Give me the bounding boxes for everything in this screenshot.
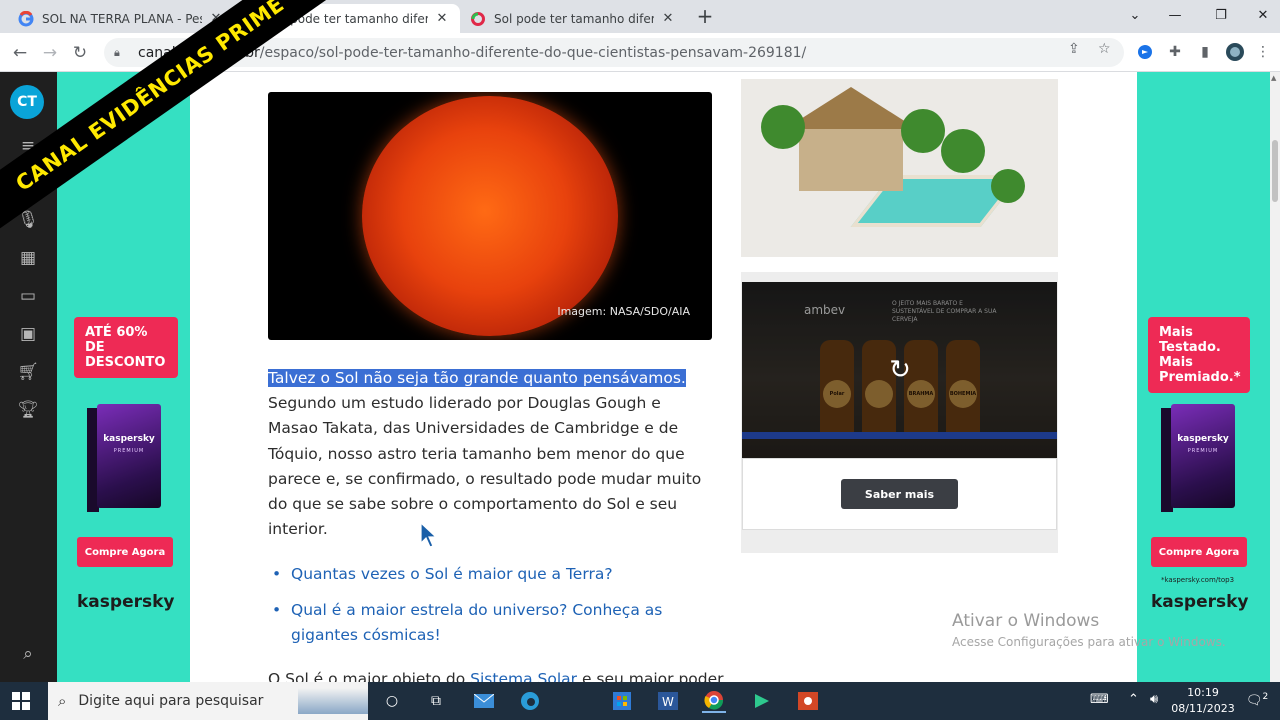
- selected-text: Talvez o Sol não seja tão grande quanto …: [268, 369, 686, 387]
- paragraph-text: e seu maior poder: [577, 670, 724, 682]
- edge-icon[interactable]: [518, 689, 542, 713]
- tab-title: SOL NA TERRA PLANA - Pesquisa: [42, 11, 202, 26]
- ring-favicon-icon: [470, 11, 486, 27]
- search-icon: ⌕: [58, 692, 67, 710]
- ad-footnote: *kaspersky.com/top3: [1161, 576, 1235, 584]
- scrollbar-thumb[interactable]: [1272, 140, 1278, 202]
- volume-icon[interactable]: 🔊︎: [1150, 692, 1158, 707]
- box-brand: kaspersky: [103, 434, 155, 444]
- image-credit: Imagem: NASA/SDO/AIA: [557, 305, 690, 318]
- powerpoint-icon[interactable]: [796, 689, 820, 713]
- mail-icon[interactable]: [472, 689, 496, 713]
- search-icon[interactable]: ⌕: [16, 642, 40, 666]
- page-scrollbar[interactable]: ▲: [1270, 72, 1280, 682]
- clock-date: 08/11/2023: [1171, 702, 1235, 715]
- menu-kebab-icon[interactable]: ⋮: [1252, 41, 1274, 63]
- replay-icon[interactable]: ↻: [884, 354, 916, 386]
- kaspersky-logo[interactable]: kaspersky: [1151, 592, 1248, 612]
- ad-award-badge[interactable]: Mais Testado. Mais Premiado.*: [1148, 317, 1250, 393]
- word-icon[interactable]: W: [656, 689, 680, 713]
- new-tab-button[interactable]: +: [694, 6, 716, 28]
- right-ad-column: Mais Testado. Mais Premiado.* kaspersky …: [1137, 72, 1270, 682]
- sun-image: Imagem: NASA/SDO/AIA: [268, 92, 712, 340]
- buildings-icon[interactable]: ▦: [16, 246, 40, 270]
- web-page: CT ≡ ▭ 🎙︎ ▦ ▭ ▣ 🛒︎ 🏆︎ ⌕ ATÉ 60% DE DESCO…: [0, 72, 1280, 682]
- notification-icon[interactable]: 🗨︎2: [1246, 692, 1268, 708]
- task-view-icon[interactable]: ⧉: [424, 689, 448, 713]
- box-brand: kaspersky: [1177, 434, 1229, 444]
- article-body: Segundo um estudo liderado por Douglas G…: [268, 394, 702, 539]
- windows-taskbar: ⌕ Digite aqui para pesquisar ○ ⧉ W ⌨ ⌃ 🔊…: [0, 682, 1280, 720]
- beer-footer-strip: [742, 432, 1057, 439]
- minimize-icon[interactable]: —: [1152, 0, 1198, 30]
- solar-system-link[interactable]: Sistema Solar: [470, 670, 577, 682]
- beer-ad[interactable]: Polar BRAHMA BOHEMIA ambev O JEITO MAIS …: [741, 272, 1058, 553]
- box-edition: PREMIUM: [1187, 448, 1219, 454]
- close-icon[interactable]: ✕: [660, 11, 676, 26]
- browser-tab-strip: SOL NA TERRA PLANA - Pesquisa ✕ Sol pode…: [0, 0, 1280, 33]
- trophy-icon[interactable]: 🏆︎: [16, 398, 40, 422]
- close-icon[interactable]: ✕: [434, 11, 450, 26]
- back-arrow-icon[interactable]: ←: [8, 41, 32, 65]
- tv-icon[interactable]: ▣: [16, 322, 40, 346]
- bookmark-star-icon[interactable]: ☆: [1098, 41, 1111, 57]
- forward-arrow-icon[interactable]: →: [38, 41, 62, 65]
- extension-blue-icon[interactable]: [1134, 41, 1156, 63]
- microsoft-store-icon[interactable]: [610, 689, 634, 713]
- ambev-logo: ambev: [804, 303, 846, 317]
- chrome-icon[interactable]: [702, 689, 726, 713]
- scroll-up-icon[interactable]: ▲: [1271, 74, 1276, 82]
- sun-photo: [362, 96, 618, 336]
- taskbar-clock[interactable]: 10:19 08/11/2023: [1170, 685, 1236, 717]
- close-window-icon[interactable]: ✕: [1240, 0, 1280, 30]
- bridge-image: [298, 688, 368, 714]
- restore-icon[interactable]: ❐: [1198, 0, 1244, 30]
- google-icon: [18, 10, 34, 27]
- profile-avatar-icon[interactable]: [1224, 41, 1246, 63]
- activate-windows-subtitle: Acesse Configurações para ativar o Windo…: [952, 635, 1226, 649]
- lock-icon: 🔒︎: [114, 45, 120, 59]
- windows-start-icon[interactable]: [12, 692, 30, 710]
- tab-article-2[interactable]: Sol pode ter tamanho diferente ✕: [460, 4, 686, 33]
- tray-chevron-icon[interactable]: ⌃: [1128, 692, 1139, 707]
- kaspersky-logo[interactable]: kaspersky: [77, 592, 174, 612]
- related-link[interactable]: Quantas vezes o Sol é maior que a Terra?: [270, 562, 710, 587]
- resort-ad-image[interactable]: [741, 79, 1058, 257]
- article-lead-paragraph: Talvez o Sol não seja tão grande quanto …: [268, 366, 714, 542]
- svg-text:W: W: [662, 695, 674, 709]
- ad-discount-badge[interactable]: ATÉ 60% DE DESCONTO: [74, 317, 178, 378]
- learn-more-button[interactable]: Saber mais: [841, 479, 958, 509]
- share-icon[interactable]: ⇪: [1068, 41, 1080, 57]
- url-path: /espaco/sol-pode-ter-tamanho-diferente-d…: [259, 44, 807, 61]
- related-links-list: Quantas vezes o Sol é maior que a Terra?…: [270, 562, 710, 660]
- devices-icon[interactable]: ▭: [16, 284, 40, 308]
- beer-tagline: O JEITO MAIS BARATO E SUSTENTÁVEL DE COM…: [892, 300, 997, 323]
- extensions-puzzle-icon[interactable]: ✚: [1164, 41, 1186, 63]
- kaspersky-box-image[interactable]: kaspersky PREMIUM: [1161, 404, 1239, 512]
- kaspersky-box-image[interactable]: kaspersky PREMIUM: [87, 404, 165, 512]
- buy-now-button[interactable]: Compre Agora: [1151, 537, 1247, 567]
- mouse-cursor-icon: [420, 522, 438, 548]
- box-edition: PREMIUM: [113, 448, 145, 454]
- search-placeholder: Digite aqui para pesquisar: [78, 693, 264, 709]
- buy-now-button[interactable]: Compre Agora: [77, 537, 173, 567]
- activate-windows-title: Ativar o Windows: [952, 611, 1100, 631]
- tab-title: Sol pode ter tamanho diferente: [494, 11, 654, 26]
- reload-icon[interactable]: ↻: [68, 41, 92, 65]
- keyboard-icon[interactable]: ⌨: [1090, 692, 1109, 707]
- filmora-icon[interactable]: [750, 689, 774, 713]
- clock-time: 10:19: [1187, 686, 1219, 699]
- site-logo[interactable]: CT: [10, 85, 44, 119]
- notification-count: 2: [1262, 692, 1269, 702]
- paragraph-text: O Sol é o maior objeto do: [268, 670, 471, 682]
- cortana-icon[interactable]: ○: [380, 689, 404, 713]
- beer-ad-image[interactable]: Polar BRAHMA BOHEMIA ambev O JEITO MAIS …: [742, 282, 1057, 458]
- cart-icon[interactable]: 🛒︎: [16, 360, 40, 384]
- article-next-paragraph: O Sol é o maior objeto do Sistema Solar …: [268, 670, 724, 682]
- side-panel-icon[interactable]: ▮: [1194, 41, 1216, 63]
- taskbar-search-box[interactable]: ⌕ Digite aqui para pesquisar: [48, 682, 368, 720]
- related-link[interactable]: Qual é a maior estrela do universo? Conh…: [270, 598, 710, 648]
